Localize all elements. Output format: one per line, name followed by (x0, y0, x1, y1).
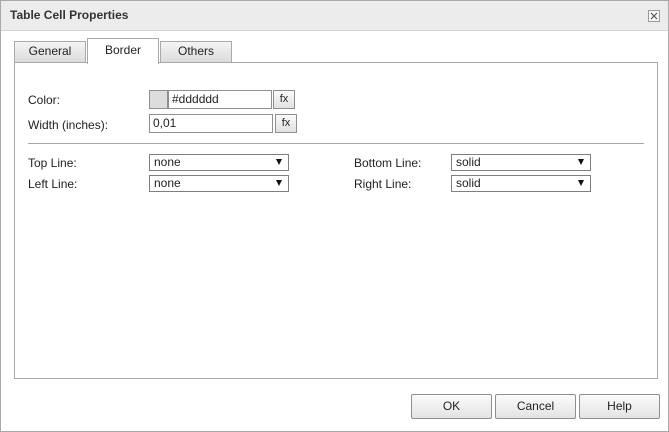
dropdown-arrow-icon (578, 180, 584, 186)
color-label: Color: (28, 93, 61, 107)
close-icon (650, 12, 658, 20)
dropdown-arrow-icon (276, 159, 282, 165)
dropdown-arrow-icon (276, 180, 282, 186)
right-line-value: solid (456, 176, 481, 190)
color-fx-button[interactable]: fx (273, 90, 295, 109)
top-line-label: Top Line: (28, 156, 77, 170)
top-line-value: none (154, 155, 181, 169)
cancel-button[interactable]: Cancel (495, 394, 576, 419)
left-line-value: none (154, 176, 181, 190)
right-line-label: Right Line: (354, 177, 412, 191)
bottom-line-select[interactable]: solid (451, 154, 591, 171)
left-line-select[interactable]: none (149, 175, 289, 192)
border-tab-panel: Color: #dddddd fx Width (inches): 0,01 f… (14, 62, 658, 379)
table-cell-properties-dialog: Table Cell Properties General Border Oth… (0, 0, 669, 432)
width-fx-button[interactable]: fx (275, 114, 297, 133)
top-line-select[interactable]: none (149, 154, 289, 171)
color-input[interactable]: #dddddd (168, 90, 272, 109)
width-label: Width (inches): (28, 118, 109, 132)
tab-others[interactable]: Others (160, 41, 232, 62)
tab-general[interactable]: General (14, 41, 86, 62)
dialog-titlebar: Table Cell Properties (1, 1, 668, 31)
bottom-line-value: solid (456, 155, 481, 169)
ok-button[interactable]: OK (411, 394, 492, 419)
dropdown-arrow-icon (578, 159, 584, 165)
bottom-line-label: Bottom Line: (354, 156, 422, 170)
right-line-select[interactable]: solid (451, 175, 591, 192)
close-button[interactable] (648, 10, 660, 22)
left-line-label: Left Line: (28, 177, 78, 191)
help-button[interactable]: Help (579, 394, 660, 419)
tab-border[interactable]: Border (87, 38, 159, 64)
section-divider (28, 143, 644, 144)
width-input[interactable]: 0,01 (149, 114, 273, 133)
dialog-title: Table Cell Properties (10, 8, 129, 22)
color-swatch[interactable] (149, 90, 168, 109)
